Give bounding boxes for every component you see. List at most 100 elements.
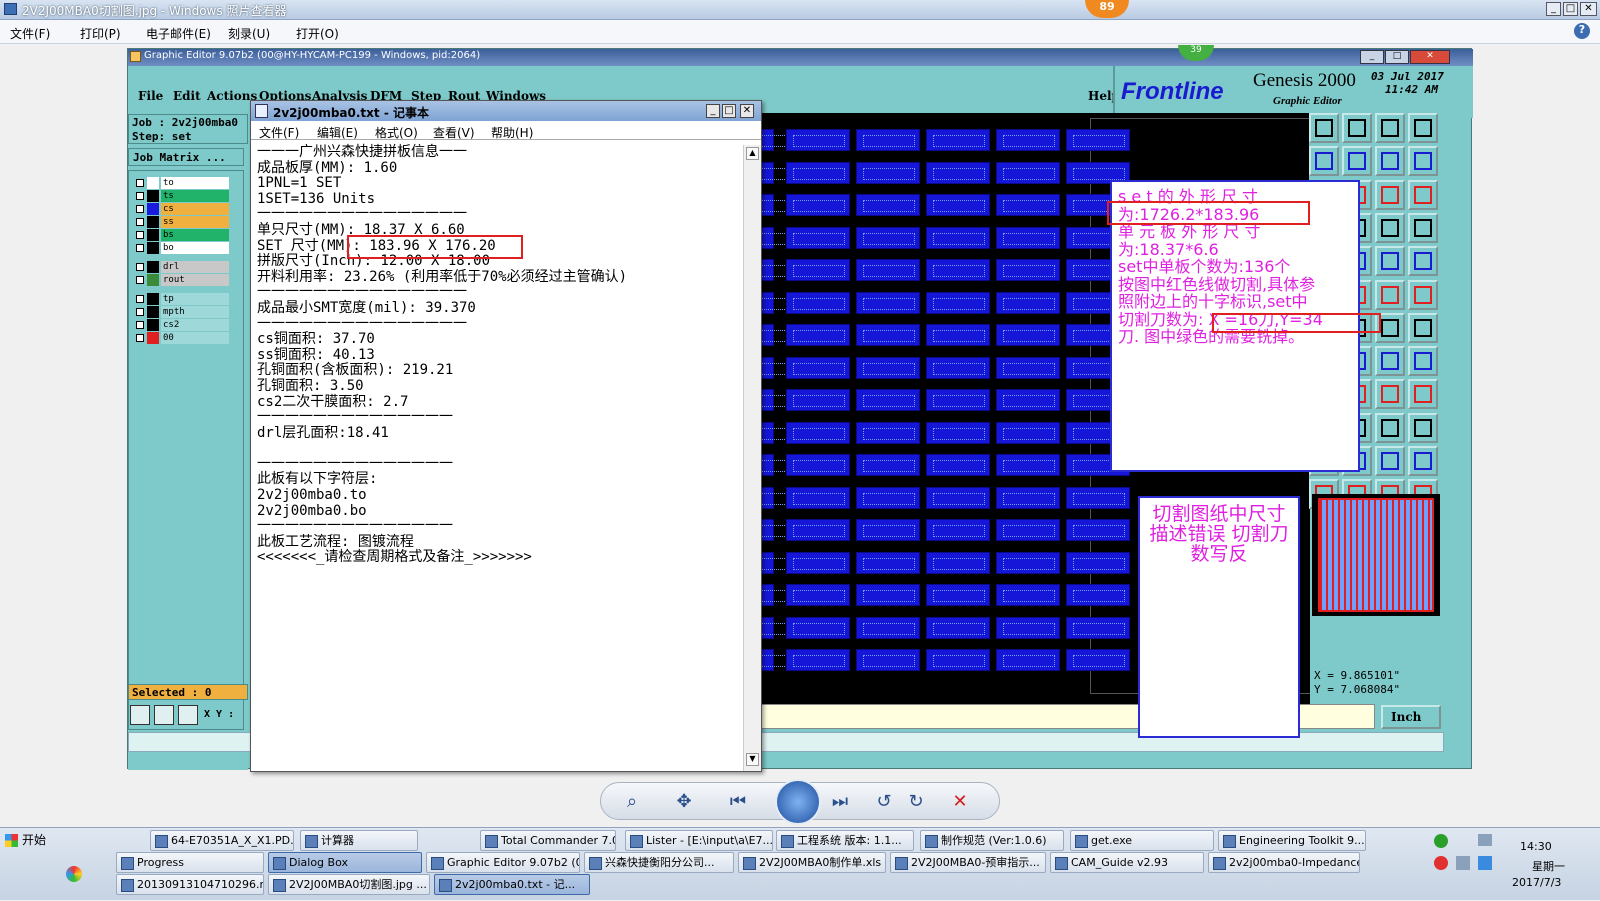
- clock-time[interactable]: 14:30: [1520, 840, 1552, 853]
- layer-row-bo[interactable]: bo: [133, 242, 229, 254]
- taskbar-item[interactable]: 64-E70351A_X_X1.PD...: [150, 830, 294, 851]
- job-matrix-button[interactable]: Job Matrix ...: [128, 148, 244, 166]
- help-icon[interactable]: ?: [1574, 23, 1590, 39]
- layer-row-drl[interactable]: drl: [133, 261, 229, 273]
- taskbar-item[interactable]: Dialog Box: [268, 852, 422, 873]
- tool-home-icon[interactable]: [1375, 113, 1405, 143]
- layer-row-cs2[interactable]: cs2: [133, 319, 229, 331]
- layer-row-bs[interactable]: bs: [133, 229, 229, 241]
- tool-pan-icon[interactable]: [1375, 246, 1405, 277]
- tool-arc-icon[interactable]: [1408, 212, 1438, 243]
- clock-date[interactable]: 2017/7/3: [1512, 876, 1561, 889]
- taskbar-item[interactable]: 2V2J00MBA0制作单.xls ...: [738, 852, 886, 873]
- layer-row-mpth[interactable]: mpth: [133, 306, 229, 318]
- tray-network-icon[interactable]: [1478, 856, 1492, 870]
- tool-pad-icon[interactable]: [1375, 212, 1405, 243]
- notepad-menu-edit[interactable]: 编辑(E): [317, 124, 358, 141]
- tool-window-icon[interactable]: [1408, 113, 1438, 143]
- layer-checkbox[interactable]: [136, 192, 144, 200]
- menu-print[interactable]: 打印(P): [80, 25, 121, 42]
- volume-icon[interactable]: [1456, 856, 1470, 870]
- zoom-fit-icon[interactable]: [130, 705, 150, 725]
- taskbar-item[interactable]: CAM_Guide v2.93: [1050, 852, 1204, 873]
- notepad-menu-file[interactable]: 文件(F): [259, 124, 299, 141]
- layer-checkbox[interactable]: [136, 218, 144, 226]
- previous-icon[interactable]: ⏮: [725, 790, 751, 814]
- tool-help-icon[interactable]: [1408, 379, 1438, 410]
- menu-open[interactable]: 打开(O): [296, 25, 339, 42]
- menu-burn[interactable]: 刻录(U): [228, 25, 270, 42]
- layer-checkbox[interactable]: [136, 276, 144, 284]
- tool-help-icon[interactable]: [1408, 179, 1438, 210]
- taskbar-item[interactable]: Progress: [116, 852, 264, 873]
- notepad-close-button[interactable]: ✕: [740, 104, 754, 118]
- menu-email[interactable]: 电子邮件(E): [146, 25, 211, 42]
- genesis-close-button[interactable]: ✕: [1410, 50, 1450, 64]
- layer-checkbox[interactable]: [136, 179, 144, 187]
- genesis-maximize-button[interactable]: □: [1385, 50, 1409, 64]
- grid-icon[interactable]: [178, 705, 198, 725]
- tool-left-right-icon[interactable]: [1375, 346, 1405, 377]
- tool-down-icon[interactable]: [1342, 113, 1372, 143]
- quicklaunch-icon[interactable]: [66, 866, 82, 882]
- zoom-icon[interactable]: ⌕: [619, 790, 645, 814]
- tool-select-pin-icon[interactable]: [1408, 279, 1438, 310]
- notepad-menu-view[interactable]: 查看(V): [433, 124, 475, 141]
- scroll-down-icon[interactable]: ▼: [746, 753, 759, 766]
- tray-browser-icon[interactable]: [1434, 856, 1448, 870]
- layer-checkbox[interactable]: [136, 308, 144, 316]
- scroll-up-icon[interactable]: ▲: [746, 147, 759, 160]
- rotate-right-icon[interactable]: ↻: [903, 790, 929, 814]
- genesis-minimize-button[interactable]: _: [1360, 50, 1384, 64]
- slideshow-button[interactable]: [775, 779, 821, 825]
- delete-icon[interactable]: ✕: [947, 790, 973, 814]
- notepad-scrollbar[interactable]: ▲ ▼: [743, 145, 761, 771]
- layer-checkbox[interactable]: [136, 334, 144, 342]
- tool-prev-icon[interactable]: [1309, 146, 1339, 177]
- taskbar-item[interactable]: 2v2j00mba0.txt - 记...: [434, 874, 590, 895]
- taskbar-item[interactable]: 兴森快捷衡阳分公司...: [584, 852, 734, 873]
- tool-window-icon[interactable]: [1408, 312, 1438, 343]
- notepad-menu-help[interactable]: 帮助(H): [491, 124, 533, 141]
- tool-filter-icon[interactable]: [1408, 246, 1438, 277]
- taskbar-item[interactable]: 20130913104710296.rtf...: [116, 874, 264, 895]
- tool-arc-icon[interactable]: [1408, 412, 1438, 443]
- layer-checkbox[interactable]: [136, 231, 144, 239]
- taskbar-item[interactable]: 2V2J00MBA0-预审指示...: [890, 852, 1046, 873]
- tool-align-icon[interactable]: [1408, 346, 1438, 377]
- layer-checkbox[interactable]: [136, 321, 144, 329]
- menu-file[interactable]: 文件(F): [10, 25, 50, 42]
- tool-one-to-two-icon[interactable]: [1375, 379, 1405, 410]
- tool-left-right-icon[interactable]: [1375, 146, 1405, 177]
- notepad-minimize-button[interactable]: _: [706, 104, 720, 118]
- tool-filter-icon[interactable]: [1408, 446, 1438, 476]
- layer-row-to[interactable]: to: [133, 177, 229, 189]
- start-button[interactable]: 开始: [2, 830, 52, 851]
- taskbar-item[interactable]: 工程系统 版本: 1.1...: [776, 830, 914, 851]
- taskbar-item[interactable]: 计算器: [300, 830, 418, 851]
- actual-size-icon[interactable]: ✥: [671, 790, 697, 814]
- minimize-button[interactable]: _: [1546, 2, 1561, 16]
- layer-checkbox[interactable]: [136, 295, 144, 303]
- tool-select-icon[interactable]: [1375, 279, 1405, 310]
- taskbar-item[interactable]: Engineering Toolkit 9....: [1218, 830, 1366, 851]
- taskbar-item[interactable]: Graphic Editor 9.07b2 (0...: [426, 852, 580, 873]
- taskbar-item[interactable]: get.exe: [1070, 830, 1214, 851]
- signal-icon[interactable]: [1478, 834, 1492, 846]
- taskbar-item[interactable]: Total Commander 7.0 ...: [480, 830, 616, 851]
- layer-checkbox[interactable]: [136, 263, 144, 271]
- notepad-menu-format[interactable]: 格式(O): [375, 124, 418, 141]
- clock-day[interactable]: 星期一: [1532, 858, 1565, 874]
- layer-checkbox[interactable]: [136, 244, 144, 252]
- tool-pan-icon[interactable]: [1375, 446, 1405, 476]
- tool-pad-icon[interactable]: [1375, 412, 1405, 443]
- close-button[interactable]: ✕: [1580, 2, 1597, 16]
- tool-up-icon[interactable]: [1309, 113, 1339, 143]
- genesis-menu-edit[interactable]: Edit: [173, 89, 201, 103]
- units-button[interactable]: Inch: [1381, 705, 1441, 729]
- layer-row-rout[interactable]: rout: [133, 274, 229, 286]
- tool-one-to-two-icon[interactable]: [1375, 179, 1405, 210]
- layer-row-tp[interactable]: tp: [133, 293, 229, 305]
- layer-row-ss[interactable]: ss: [133, 216, 229, 228]
- layer-row-cs[interactable]: cs: [133, 203, 229, 215]
